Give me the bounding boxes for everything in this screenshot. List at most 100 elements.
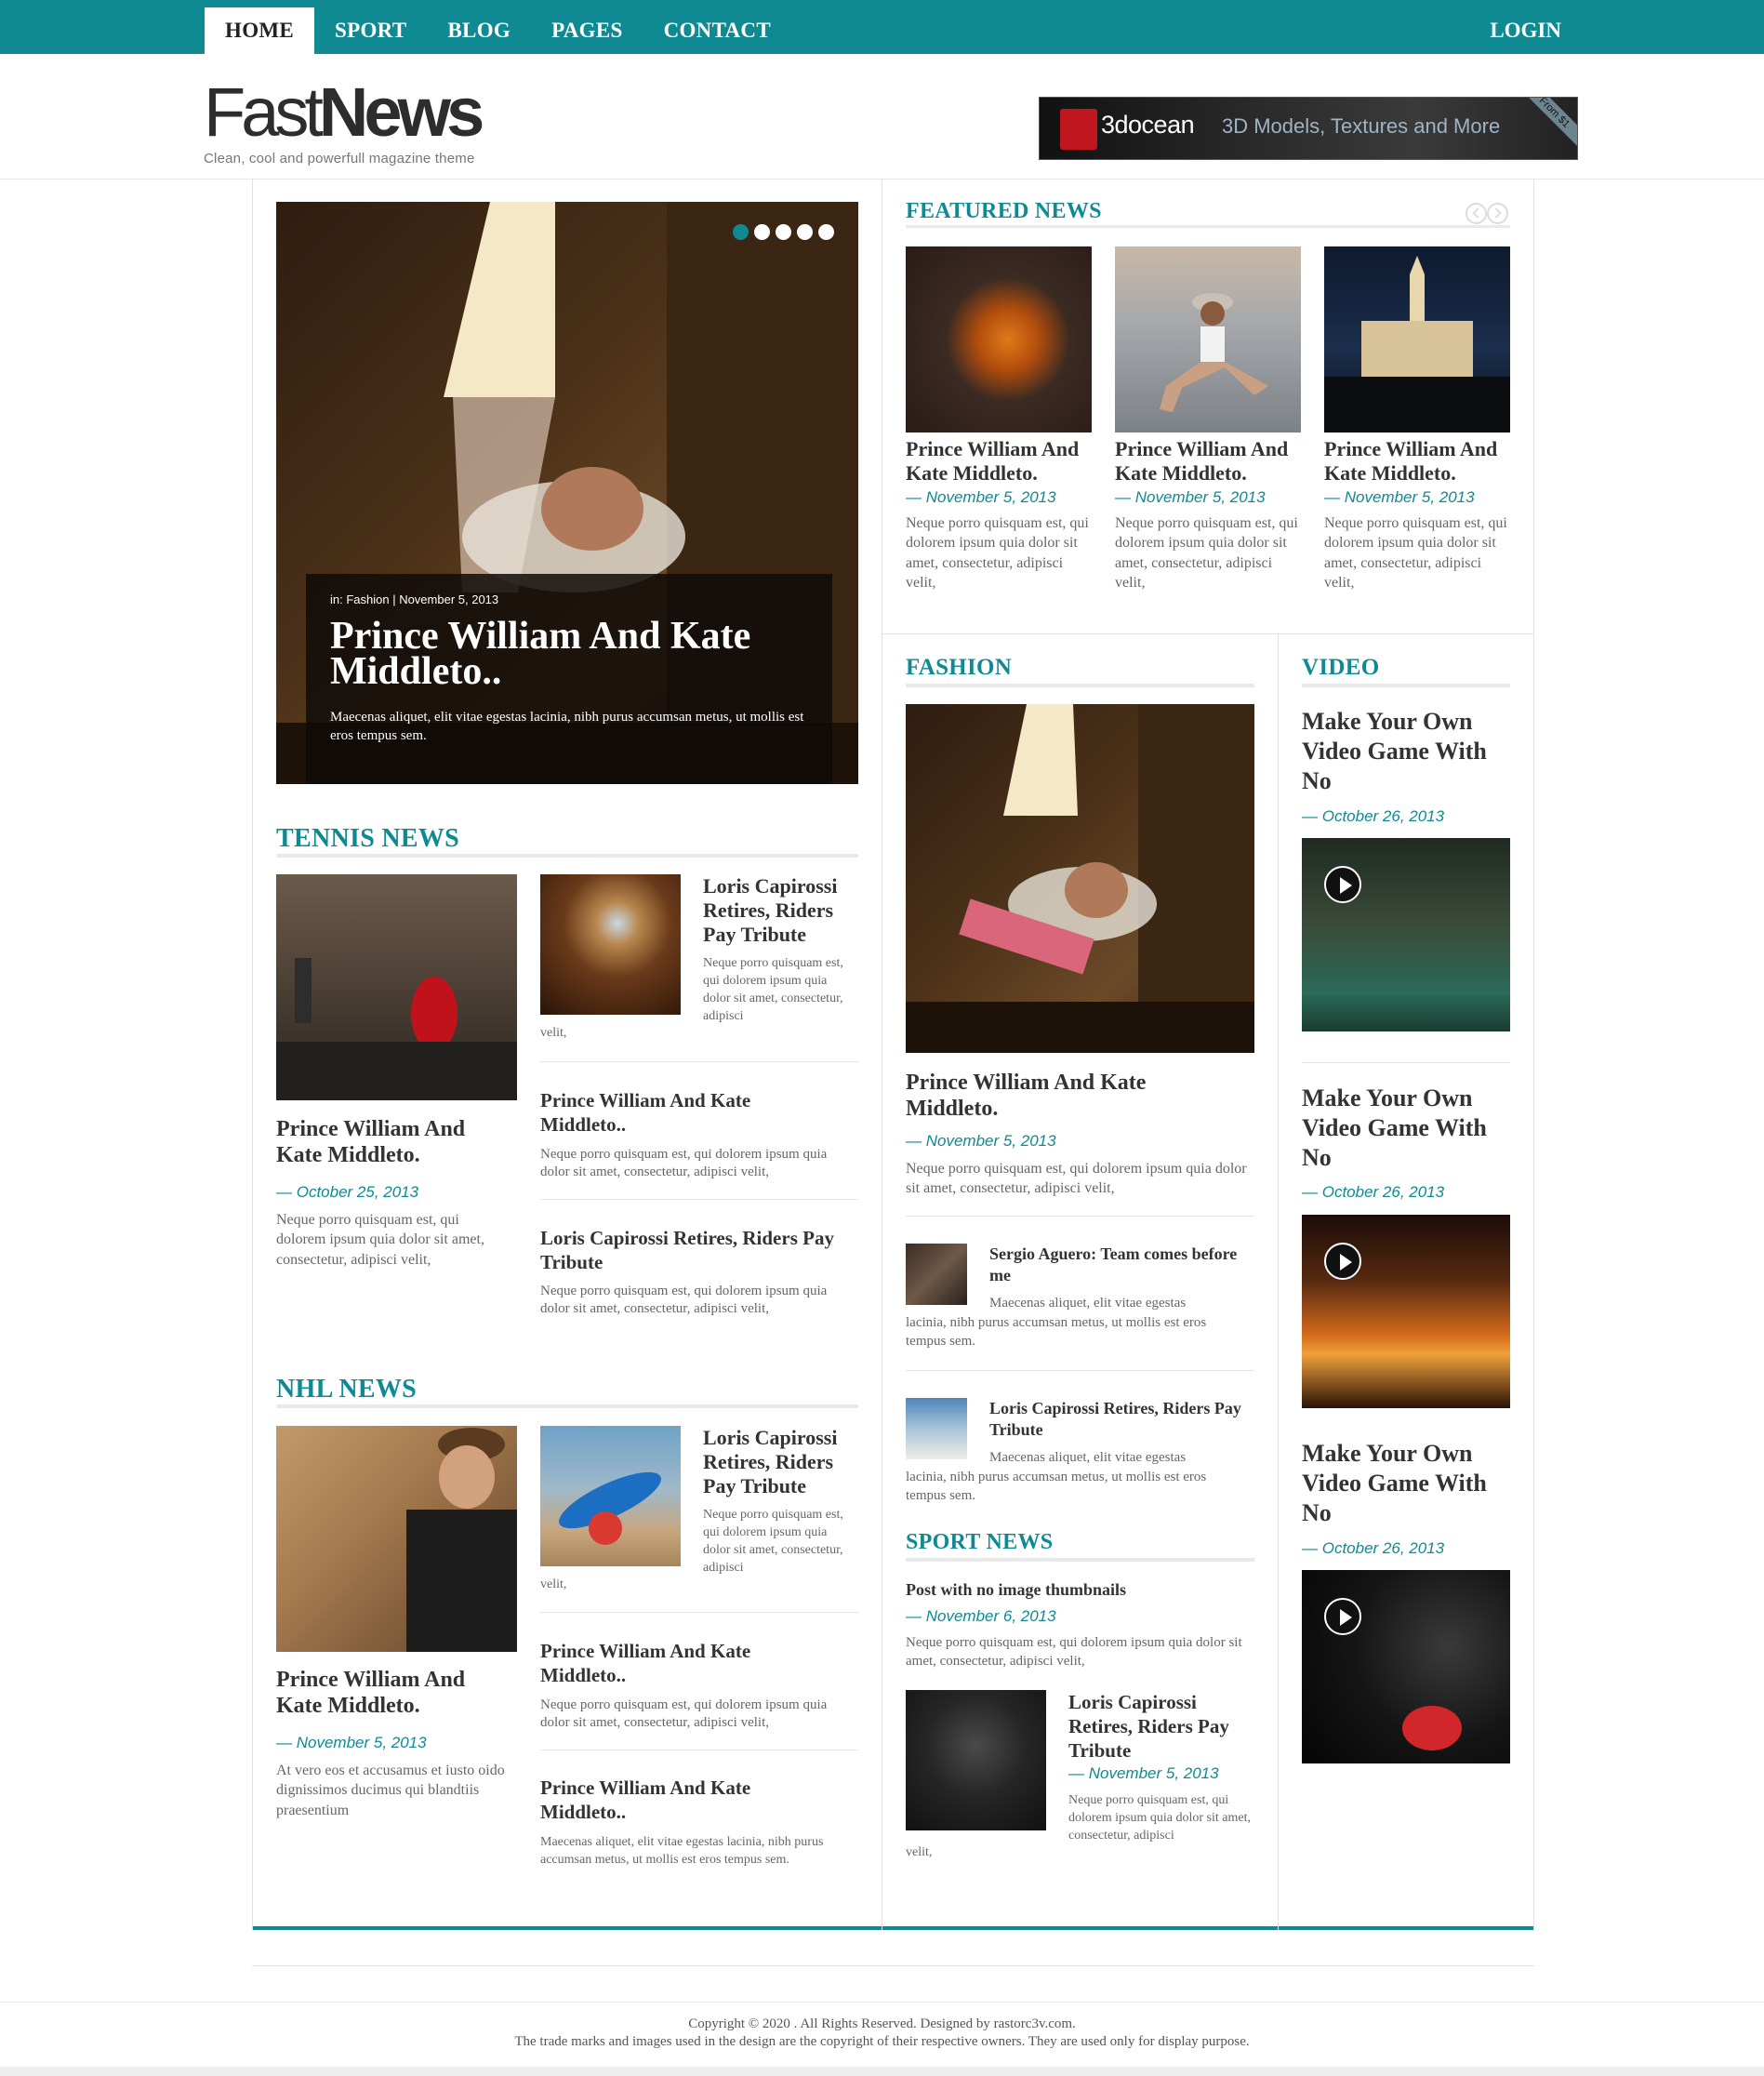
video-title-2[interactable]: Make Your Own Video Game With No: [1302, 1084, 1510, 1173]
featured-thumb-2[interactable]: [1115, 246, 1301, 432]
row-divider: [882, 633, 1534, 634]
featured-date-2: — November 5, 2013: [1115, 488, 1266, 506]
featured-thumb-3-building: [1324, 256, 1510, 432]
main-menu: HOME SPORT BLOG PAGES CONTACT: [205, 7, 791, 54]
nav-blog[interactable]: BLOG: [427, 7, 531, 54]
nhl-side1-title[interactable]: Loris Capirossi Retires, Riders Pay Trib…: [703, 1426, 852, 1498]
tennis-side2-title[interactable]: Prince William And Kate Middleto..: [540, 1088, 838, 1137]
nhl-main-excerpt: At vero eos et accusamus et iusto oido d…: [276, 1763, 505, 1818]
tennis-side1-title[interactable]: Loris Capirossi Retires, Riders Pay Trib…: [703, 874, 852, 947]
list-divider: [1302, 1062, 1510, 1063]
video-title-3[interactable]: Make Your Own Video Game With No: [1302, 1439, 1510, 1528]
nhl-main-title[interactable]: Prince William And Kate Middleto.: [276, 1667, 509, 1719]
tennis-heading: TENNIS NEWS: [276, 824, 460, 853]
top-navbar: HOME SPORT BLOG PAGES CONTACT LOGIN: [0, 0, 1764, 54]
slider-dot[interactable]: [818, 224, 834, 240]
site-logo[interactable]: FastNews Clean, cool and powerfull magaz…: [204, 78, 484, 167]
tennis-side1-excerpt-tail: velit,: [540, 1026, 567, 1040]
slider-dot[interactable]: [733, 224, 749, 240]
slider-caption: in: Fashion | November 5, 2013 Prince Wi…: [306, 574, 832, 784]
nav-pages[interactable]: PAGES: [531, 7, 643, 54]
slider-title[interactable]: Prince William And Kate Middleto..: [330, 617, 814, 691]
featured-heading: FEATURED NEWS: [906, 199, 1102, 223]
footer-divider: [0, 2002, 1764, 2003]
slider-dot[interactable]: [754, 224, 770, 240]
nhl-side3-excerpt: Maecenas aliquet, elit vitae egestas lac…: [540, 1835, 824, 1867]
nhl-main-figure: [406, 1428, 517, 1652]
slider-dot[interactable]: [797, 224, 813, 240]
sport-post2-thumb[interactable]: [906, 1690, 1046, 1830]
nav-sport[interactable]: SPORT: [314, 7, 427, 54]
sport-post2-title[interactable]: Loris Capirossi Retires, Riders Pay Trib…: [1068, 1690, 1254, 1763]
tennis-side1-thumb[interactable]: [540, 874, 681, 1015]
fashion-heading: FASHION: [906, 655, 1013, 680]
login-link[interactable]: LOGIN: [1490, 7, 1561, 54]
nhl-main-date: — November 5, 2013: [276, 1734, 427, 1751]
tennis-main-image[interactable]: [276, 874, 517, 1100]
slider-excerpt: Maecenas aliquet, elit vitae egestas lac…: [330, 710, 804, 743]
slider-pagination: [733, 224, 834, 240]
video-title-1[interactable]: Make Your Own Video Game With No: [1302, 707, 1510, 796]
banner-ad[interactable]: 3docean 3D Models, Textures and More Fro…: [1039, 97, 1578, 160]
play-icon[interactable]: [1324, 866, 1361, 903]
featured-title-1[interactable]: Prince William And Kate Middleto.: [906, 437, 1096, 486]
fashion-main-excerpt: Neque porro quisquam est, qui dolorem ip…: [906, 1161, 1247, 1197]
featured-date-3: — November 5, 2013: [1324, 488, 1475, 506]
ad-logo-icon: [1060, 109, 1097, 150]
featured-slider[interactable]: in: Fashion | November 5, 2013 Prince Wi…: [276, 202, 858, 784]
tennis-main-date: — October 25, 2013: [276, 1183, 419, 1201]
featured-thumb-2-figure: [1160, 293, 1268, 412]
fashion-item2-title[interactable]: Loris Capirossi Retires, Riders Pay Trib…: [989, 1398, 1250, 1441]
list-divider: [906, 1216, 1254, 1217]
nhl-side1-thumb[interactable]: [540, 1426, 681, 1566]
nhl-main-image[interactable]: [276, 1426, 517, 1652]
tennis-main-title[interactable]: Prince William And Kate Middleto.: [276, 1116, 509, 1168]
nhl-side3-title[interactable]: Prince William And Kate Middleto..: [540, 1776, 838, 1824]
tennis-main-excerpt: Neque porro quisquam est, qui dolorem ip…: [276, 1212, 484, 1268]
play-icon[interactable]: [1324, 1243, 1361, 1280]
video-thumb-3[interactable]: [1302, 1570, 1510, 1763]
sport-post2-excerpt-tail: velit,: [906, 1845, 933, 1859]
video-date-1: — October 26, 2013: [1302, 807, 1445, 825]
tennis-main-figure: [276, 958, 517, 1100]
nav-contact[interactable]: CONTACT: [643, 7, 791, 54]
fashion-item1-title[interactable]: Sergio Aguero: Team comes before me: [989, 1244, 1250, 1286]
featured-title-3[interactable]: Prince William And Kate Middleto.: [1324, 437, 1515, 486]
featured-thumb-1[interactable]: [906, 246, 1092, 432]
nav-home[interactable]: HOME: [205, 7, 315, 54]
video-thumb-2[interactable]: [1302, 1215, 1510, 1408]
section-rule: [276, 854, 858, 858]
sport-post2-date: — November 5, 2013: [1068, 1764, 1219, 1782]
featured-thumb-3[interactable]: [1324, 246, 1510, 432]
prev-arrow-icon[interactable]: [1466, 203, 1487, 224]
fashion-main-title[interactable]: Prince William And Kate Middleto.: [906, 1070, 1213, 1122]
play-icon[interactable]: [1324, 1598, 1361, 1635]
slider-dot[interactable]: [776, 224, 791, 240]
sport-heading: SPORT NEWS: [906, 1530, 1054, 1554]
trademark-text: The trade marks and images used in the d…: [514, 2034, 1250, 2049]
ad-ribbon: From $1: [1518, 98, 1577, 149]
video-thumb-1[interactable]: [1302, 838, 1510, 1031]
slider-meta[interactable]: in: Fashion | November 5, 2013: [330, 592, 498, 606]
copyright-text: Copyright © 2020 . All Rights Reserved. …: [688, 2016, 1076, 2031]
frame-bottom-border: [253, 1926, 1533, 1930]
section-rule: [1302, 684, 1510, 687]
sport-post1-excerpt: Neque porro quisquam est, qui dolorem ip…: [906, 1635, 1242, 1669]
fashion-item1-excerpt: Maecenas aliquet, elit vitae egestas: [989, 1296, 1187, 1311]
tennis-side2-excerpt: Neque porro quisquam est, qui dolorem ip…: [540, 1147, 828, 1179]
featured-title-2[interactable]: Prince William And Kate Middleto.: [1115, 437, 1306, 486]
footer-divider: [252, 1965, 1534, 1966]
nhl-side1-excerpt-tail: velit,: [540, 1577, 567, 1591]
fashion-main-image[interactable]: [906, 704, 1254, 1053]
nhl-side2-excerpt: Neque porro quisquam est, qui dolorem ip…: [540, 1697, 828, 1730]
tennis-side3-title[interactable]: Loris Capirossi Retires, Riders Pay Trib…: [540, 1226, 858, 1274]
fashion-item1-thumb[interactable]: [906, 1244, 967, 1305]
next-arrow-icon[interactable]: [1487, 203, 1508, 224]
featured-excerpt-1: Neque porro quisquam est, qui dolorem ip…: [906, 515, 1089, 591]
fashion-item2-thumb[interactable]: [906, 1398, 967, 1459]
nhl-side2-title[interactable]: Prince William And Kate Middleto..: [540, 1639, 838, 1687]
sport-post1-title[interactable]: Post with no image thumbnails: [906, 1579, 1250, 1600]
fashion-main-date: — November 5, 2013: [906, 1132, 1056, 1150]
logo-news: News: [318, 73, 484, 151]
nhl-side1-excerpt: Neque porro quisquam est, qui dolorem ip…: [703, 1508, 843, 1575]
